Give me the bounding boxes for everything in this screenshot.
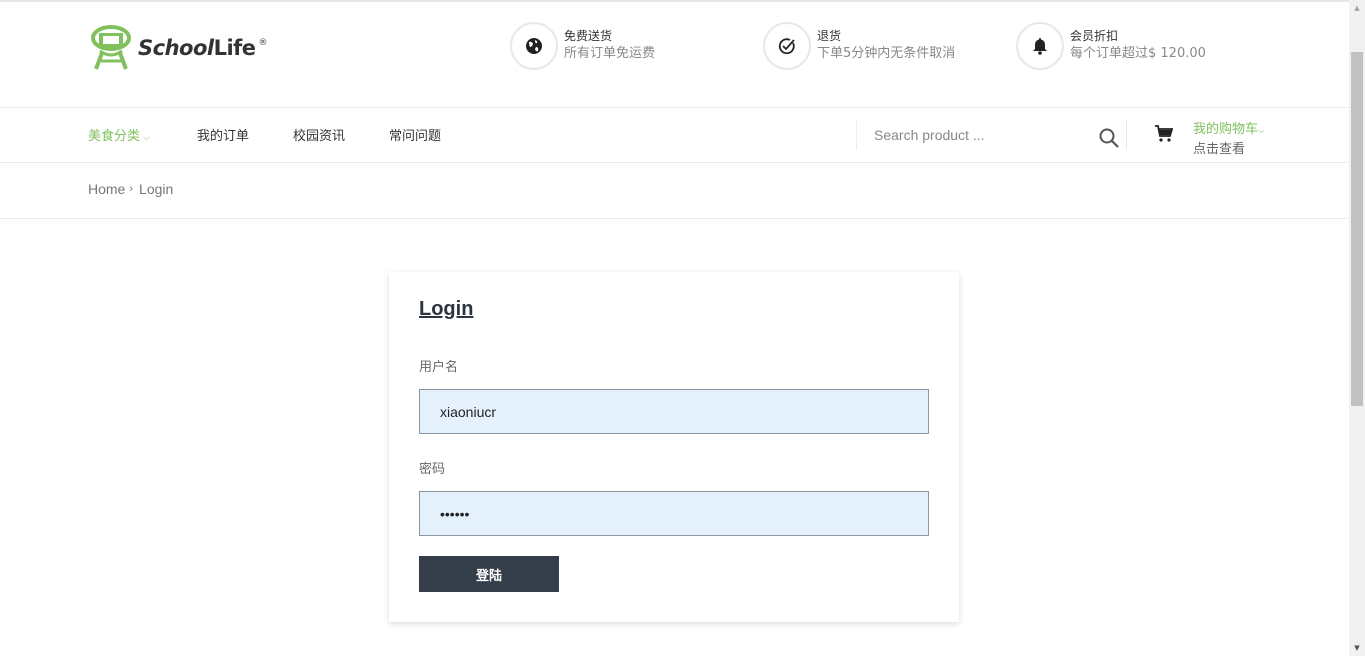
feature-title: 免费送货 xyxy=(564,29,613,43)
cart-dropdown[interactable]: 我的购物车⌵ xyxy=(1193,118,1265,137)
cart-icon[interactable] xyxy=(1154,124,1174,144)
logo-school-text: School xyxy=(138,36,214,60)
login-card: Login 用户名 密码 登陆 xyxy=(389,272,959,622)
feature-subtitle: 下单5分钟内无条件取消 xyxy=(817,46,956,61)
password-field[interactable] xyxy=(419,491,929,536)
feature-subtitle: 每个订单超过$ 120.00 xyxy=(1070,46,1206,61)
feature-returns: 退货 下单5分钟内无条件取消 xyxy=(763,22,955,70)
logo-registered-mark: ® xyxy=(258,38,268,48)
site-logo[interactable]: School Life ® xyxy=(88,22,268,74)
scroll-up-arrow-icon[interactable]: ▲ xyxy=(1349,0,1365,16)
chevron-down-icon: ⌵ xyxy=(143,133,150,143)
feature-free-shipping: 免费送货 所有订单免运费 xyxy=(510,22,655,70)
cart-label: 我的购物车 xyxy=(1193,122,1259,137)
globe-icon xyxy=(510,22,558,70)
breadcrumb-home[interactable]: Home xyxy=(88,181,125,197)
nav-item-label: 美食分类 xyxy=(88,129,141,144)
chevron-down-icon: ⌵ xyxy=(1258,126,1265,136)
breadcrumb-bar: Home › Login xyxy=(0,163,1349,219)
username-label: 用户名 xyxy=(419,360,459,375)
username-field[interactable] xyxy=(419,389,929,434)
main-navbar: 美食分类⌵ 我的订单 校园资讯 常问问题 我的购物车⌵ 点击查看 xyxy=(0,108,1349,163)
site-header: School Life ® 免费送货 所有订单免运费 退货 下单5分钟内无条件取消 … xyxy=(0,2,1349,108)
feature-title: 会员折扣 xyxy=(1070,29,1119,43)
feature-title: 退货 xyxy=(817,29,842,43)
nav-item-food-categories[interactable]: 美食分类 ⌵ xyxy=(88,125,150,144)
scroll-down-arrow-icon[interactable]: ▼ xyxy=(1349,640,1365,656)
nav-item-label: 校园资讯 xyxy=(293,129,346,144)
logo-life-text: Life xyxy=(213,36,256,60)
logo-mascot-icon xyxy=(91,25,131,70)
bell-icon xyxy=(1016,22,1064,70)
nav-item-label: 我的订单 xyxy=(197,129,250,144)
scrollbar-thumb[interactable] xyxy=(1351,52,1363,406)
feature-subtitle: 所有订单免运费 xyxy=(564,46,656,61)
search-icon[interactable] xyxy=(1098,127,1120,149)
vertical-scrollbar[interactable]: ▲ ▼ xyxy=(1349,0,1365,656)
login-title: Login xyxy=(419,298,474,320)
nav-item-label: 常问问题 xyxy=(389,129,442,144)
search-input[interactable] xyxy=(868,120,1093,150)
breadcrumb-current: Login xyxy=(139,181,174,197)
nav-item-faq[interactable]: 常问问题 xyxy=(389,125,441,144)
nav-item-my-orders[interactable]: 我的订单 xyxy=(197,125,249,144)
cart-view-link[interactable]: 点击查看 xyxy=(1193,138,1245,157)
check-circle-icon xyxy=(763,22,811,70)
feature-member-discount: 会员折扣 每个订单超过$ 120.00 xyxy=(1016,22,1206,70)
logo-wordmark: School Life ® xyxy=(138,36,268,60)
breadcrumb: Home › Login xyxy=(88,181,173,197)
password-label: 密码 xyxy=(419,462,446,477)
divider xyxy=(856,120,857,150)
nav-item-campus-news[interactable]: 校园资讯 xyxy=(293,125,345,144)
divider xyxy=(1126,120,1127,150)
login-button[interactable]: 登陆 xyxy=(419,556,559,592)
chevron-right-icon: › xyxy=(129,183,134,195)
